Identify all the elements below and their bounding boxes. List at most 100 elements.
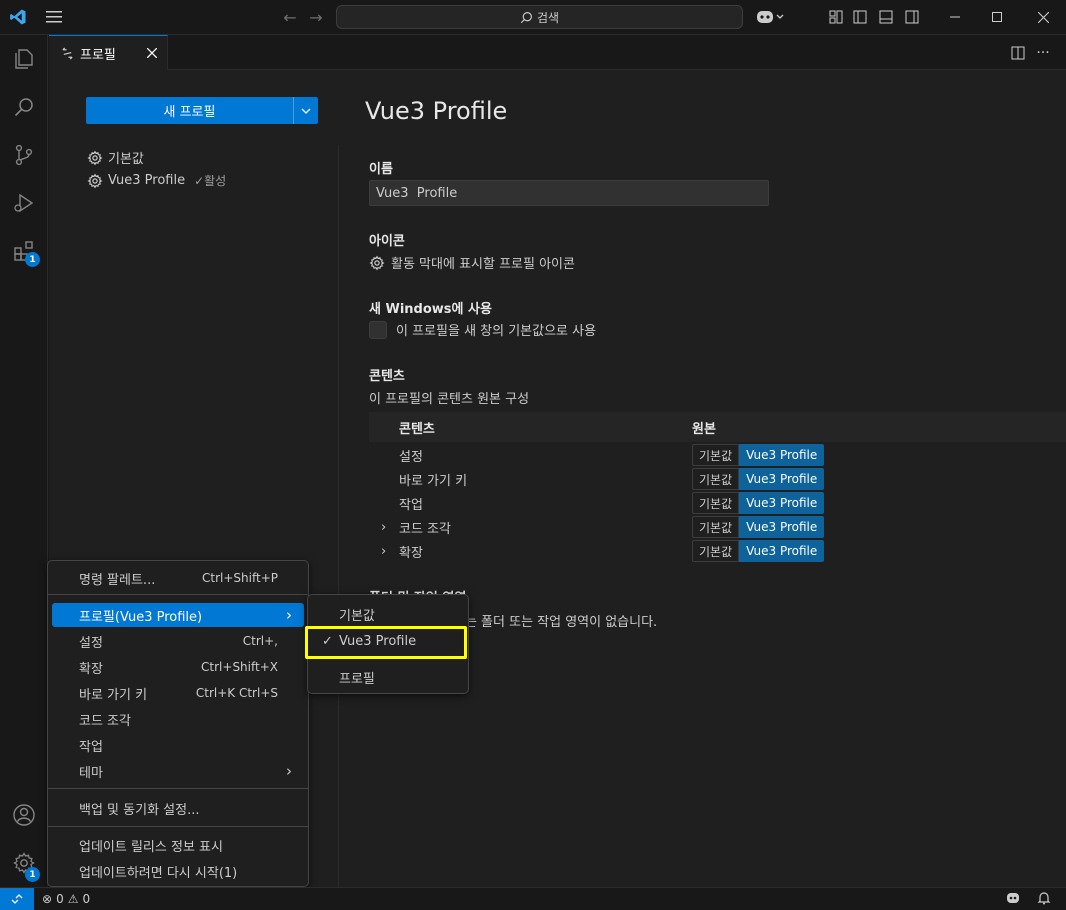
- menu-item-snippets[interactable]: 코드 조각: [52, 707, 304, 731]
- chevron-right-icon: ›: [286, 762, 292, 780]
- menu-item-extensions[interactable]: 확장 Ctrl+Shift+X: [52, 655, 304, 679]
- search-view-icon[interactable]: [0, 83, 48, 131]
- menu-item-keybindings[interactable]: 바로 가기 키 Ctrl+K Ctrl+S: [52, 681, 304, 705]
- source-toggle[interactable]: 기본값 Vue3 Profile: [692, 516, 825, 538]
- source-default[interactable]: 기본값: [692, 540, 740, 562]
- source-default[interactable]: 기본값: [692, 444, 740, 466]
- error-count: 0: [56, 891, 64, 906]
- copilot-icon[interactable]: [755, 7, 787, 27]
- profile-item-default[interactable]: 기본값: [87, 146, 226, 169]
- vscode-logo-icon: [8, 7, 28, 27]
- submenu-item-default[interactable]: 기본값: [312, 602, 464, 626]
- activity-bar: 1 1: [0, 35, 48, 887]
- extensions-icon[interactable]: 1: [0, 227, 48, 275]
- menu-item-shortcut: Ctrl+Shift+P: [202, 571, 278, 585]
- sash[interactable]: [338, 145, 339, 887]
- folders-description: 하는 폴더 또는 작업 영역이 없습니다.: [453, 615, 658, 630]
- source-profile[interactable]: Vue3 Profile: [739, 444, 825, 466]
- source-toggle[interactable]: 기본값 Vue3 Profile: [692, 540, 825, 562]
- close-tab-icon[interactable]: [147, 48, 157, 58]
- toggle-secondary-sidebar-icon[interactable]: [902, 8, 922, 26]
- menu-item-tasks[interactable]: 작업: [52, 733, 304, 757]
- menu-item-backup-sync[interactable]: 백업 및 동기화 설정...: [52, 796, 304, 820]
- accounts-icon[interactable]: [0, 791, 48, 839]
- profile-name: 기본값: [108, 152, 144, 167]
- menu-item-themes[interactable]: 테마 ›: [52, 759, 304, 783]
- highlight-box: [305, 626, 467, 659]
- source-profile[interactable]: Vue3 Profile: [739, 468, 825, 490]
- menu-item-label: 업데이트 릴리스 정보 표시: [79, 839, 223, 855]
- close-window-icon[interactable]: [1028, 7, 1058, 27]
- source-profile[interactable]: Vue3 Profile: [739, 492, 825, 514]
- contents-table-header: 콘텐츠 원본: [369, 412, 1066, 442]
- new-profile-button[interactable]: 새 프로필: [86, 97, 318, 124]
- table-row[interactable]: › 코드 조각 기본값 Vue3 Profile: [369, 515, 1066, 539]
- menu-item-label: 업데이트하려면 다시 시작(1): [79, 865, 238, 881]
- manage-gear-icon[interactable]: 1: [0, 839, 48, 887]
- icon-row: 활동 막대에 표시할 프로필 아이콘: [369, 253, 575, 272]
- more-actions-icon[interactable]: ···: [1034, 44, 1052, 62]
- maximize-icon[interactable]: [982, 7, 1012, 27]
- table-row[interactable]: 바로 가기 키 기본값 Vue3 Profile: [369, 467, 1066, 491]
- manage-menu: 명령 팔레트... Ctrl+Shift+P 프로필(Vue3 Profile) ›…: [47, 560, 309, 887]
- copilot-status-icon[interactable]: [1006, 891, 1020, 908]
- warning-count: 0: [82, 891, 91, 906]
- col-source: 원본: [692, 421, 716, 437]
- menu-item-restart-update[interactable]: 업데이트하려면 다시 시작(1): [52, 859, 304, 883]
- menu-item-shortcut: Ctrl+K Ctrl+S: [195, 686, 278, 700]
- minimize-icon[interactable]: [940, 7, 970, 27]
- profile-name-input[interactable]: Vue3 Profile: [369, 180, 769, 206]
- source-toggle[interactable]: 기본값 Vue3 Profile: [692, 492, 825, 514]
- chevron-right-icon[interactable]: ›: [381, 544, 386, 559]
- table-row[interactable]: 설정 기본값 Vue3 Profile: [369, 443, 1066, 467]
- name-label: 이름: [369, 162, 393, 177]
- explorer-icon[interactable]: [0, 35, 48, 83]
- menu-separator: [48, 594, 308, 595]
- command-center-search[interactable]: 검색: [336, 5, 743, 29]
- toggle-panel-icon[interactable]: [876, 8, 896, 26]
- menu-item-release-notes[interactable]: 업데이트 릴리스 정보 표시: [52, 833, 304, 857]
- customize-layout-icon[interactable]: [826, 8, 846, 26]
- profile-tab-icon: [62, 47, 73, 59]
- title-bar: ← → 검색: [0, 0, 1066, 35]
- new-window-checkbox[interactable]: [369, 320, 387, 339]
- source-toggle[interactable]: 기본값 Vue3 Profile: [692, 444, 825, 466]
- table-row[interactable]: 작업 기본값 Vue3 Profile: [369, 491, 1066, 515]
- col-contents: 콘텐츠: [399, 421, 435, 437]
- table-row[interactable]: › 확장 기본값 Vue3 Profile: [369, 539, 1066, 563]
- forward-arrow-icon[interactable]: →: [306, 7, 326, 27]
- split-editor-icon[interactable]: [1009, 44, 1027, 62]
- source-default[interactable]: 기본값: [692, 516, 740, 538]
- status-bar: ⊗ 0 ⚠ 0: [0, 887, 1066, 910]
- source-default[interactable]: 기본값: [692, 492, 740, 514]
- menu-separator: [48, 788, 308, 789]
- source-control-icon[interactable]: [0, 131, 48, 179]
- profile-item-vue3[interactable]: Vue3 Profile ✓활성: [87, 169, 226, 192]
- menu-item-settings[interactable]: 설정 Ctrl+,: [52, 629, 304, 653]
- menu-item-profiles[interactable]: 프로필(Vue3 Profile) ›: [52, 603, 304, 627]
- source-default[interactable]: 기본값: [692, 468, 740, 490]
- problems-indicator[interactable]: ⊗ 0 ⚠ 0: [42, 892, 90, 906]
- gear-icon[interactable]: [369, 255, 385, 271]
- menu-item-command-palette[interactable]: 명령 팔레트... Ctrl+Shift+P: [52, 566, 304, 590]
- menu-icon[interactable]: [42, 7, 66, 27]
- search-icon: [520, 11, 532, 23]
- profile-name-value: Vue3 Profile: [376, 185, 458, 201]
- source-toggle[interactable]: 기본값 Vue3 Profile: [692, 468, 825, 490]
- new-profile-dropdown[interactable]: [293, 97, 318, 124]
- remote-indicator-icon[interactable]: [0, 887, 34, 910]
- chevron-right-icon[interactable]: ›: [381, 520, 386, 535]
- run-debug-icon[interactable]: [0, 179, 48, 227]
- source-profile[interactable]: Vue3 Profile: [739, 516, 825, 538]
- submenu-item-profiles[interactable]: 프로필: [312, 665, 464, 689]
- back-arrow-icon[interactable]: ←: [280, 7, 300, 27]
- new-window-row: 이 프로필을 새 창의 기본값으로 사용: [369, 320, 596, 339]
- notifications-bell-icon[interactable]: [1037, 891, 1051, 908]
- menu-item-label: 프로필: [339, 671, 375, 687]
- row-name: 설정: [399, 449, 423, 465]
- toggle-primary-sidebar-icon[interactable]: [850, 8, 870, 26]
- source-profile[interactable]: Vue3 Profile: [739, 540, 825, 562]
- menu-item-label: 테마: [79, 765, 103, 781]
- row-name: 바로 가기 키: [399, 473, 468, 489]
- tab-profiles[interactable]: 프로필: [49, 35, 168, 70]
